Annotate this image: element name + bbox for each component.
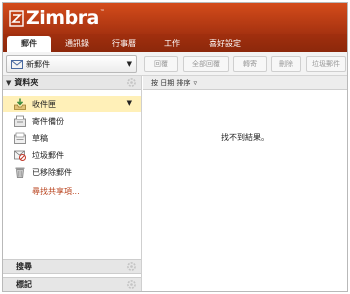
folder-label: 寄件備份: [32, 116, 64, 126]
folders-title: 資料夾: [14, 78, 39, 87]
gear-icon[interactable]: [126, 261, 137, 272]
tab-contacts[interactable]: 通訊錄: [55, 36, 99, 52]
sort-header[interactable]: 按 日期 排序 ▿: [143, 76, 347, 90]
tags-section-title: 標記: [16, 280, 32, 289]
sort-direction-icon[interactable]: ▿: [193, 79, 197, 87]
drafts-icon: [14, 132, 26, 144]
zimbra-logo[interactable]: Zimbra ™: [9, 6, 105, 30]
tab-mail[interactable]: 郵件: [7, 36, 51, 52]
folder-sent[interactable]: 寄件備份: [3, 113, 141, 129]
app-header: Zimbra ™: [3, 3, 347, 34]
inbox-icon: [14, 98, 26, 110]
reply-button[interactable]: 回覆: [144, 56, 178, 72]
search-section-title: 搜尋: [16, 262, 32, 271]
folder-trash[interactable]: 已移除郵件: [3, 164, 141, 180]
delete-button[interactable]: 刪除: [271, 56, 301, 72]
folder-label: 收件匣: [32, 99, 56, 109]
new-message-icon: [11, 59, 23, 69]
junk-icon: [14, 149, 26, 161]
empty-list-message: 找不到結果。: [221, 133, 269, 142]
junk-button[interactable]: 垃圾郵件: [306, 56, 346, 72]
gear-icon[interactable]: [126, 279, 137, 290]
folder-inbox[interactable]: 收件匣 ▼: [3, 96, 141, 112]
new-message-label: 新郵件: [26, 59, 50, 69]
zimbra-app: Zimbra ™ 郵件 通訊錄 行事曆 工作 喜好設定 新郵件 ▼ 回覆 全部回…: [2, 2, 348, 292]
gear-icon[interactable]: [126, 77, 137, 88]
new-message-button[interactable]: 新郵件 ▼: [6, 55, 137, 73]
forward-button[interactable]: 轉寄: [233, 56, 267, 72]
message-list-pane: 按 日期 排序 ▿ 找不到結果。: [143, 76, 347, 291]
trash-icon: [14, 166, 26, 178]
sort-label[interactable]: 按 日期 排序: [151, 78, 190, 88]
tab-tasks[interactable]: 工作: [155, 36, 189, 52]
folder-pane: ▼ 資料夾 收件匣 ▼ 寄件備份 草稿 垃圾郵件 已移除郵件 尋找共享項... …: [3, 76, 142, 291]
zimbra-logo-icon: [9, 9, 25, 28]
folders-header[interactable]: ▼ 資料夾: [3, 76, 141, 90]
find-shares-link[interactable]: 尋找共享項...: [32, 186, 80, 197]
folder-label: 垃圾郵件: [32, 150, 64, 160]
tags-section-header[interactable]: 標記: [3, 277, 141, 291]
folder-label: 草稿: [32, 133, 48, 143]
reply-all-button[interactable]: 全部回覆: [183, 56, 229, 72]
tab-calendar[interactable]: 行事曆: [101, 36, 147, 52]
chevron-down-icon[interactable]: ▼: [127, 99, 132, 107]
search-section-header[interactable]: 搜尋: [3, 259, 141, 274]
logo-text: Zimbra: [26, 6, 99, 29]
folder-label: 已移除郵件: [32, 167, 72, 177]
app-tab-bar: 郵件 通訊錄 行事曆 工作 喜好設定: [3, 34, 347, 52]
mail-toolbar: 新郵件 ▼ 回覆 全部回覆 轉寄 刪除 垃圾郵件: [3, 52, 347, 76]
tab-preferences[interactable]: 喜好設定: [199, 36, 251, 52]
logo-trademark: ™: [99, 9, 105, 15]
folder-drafts[interactable]: 草稿: [3, 130, 141, 146]
collapse-triangle-icon[interactable]: ▼: [6, 79, 11, 87]
folder-junk[interactable]: 垃圾郵件: [3, 147, 141, 163]
sent-icon: [14, 115, 26, 127]
chevron-down-icon[interactable]: ▼: [127, 60, 132, 68]
